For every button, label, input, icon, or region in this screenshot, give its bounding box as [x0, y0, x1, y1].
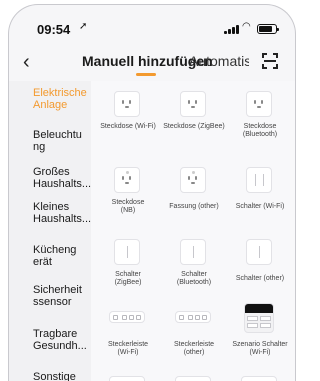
device-tile[interactable]: Schalter (other) — [229, 239, 291, 295]
device-tile[interactable]: Steckerleiste (other) — [163, 303, 225, 361]
tab-automatic[interactable]: Automatis — [189, 53, 249, 69]
device-label: Steckdose (NB) — [111, 199, 145, 214]
device-label: Steckdose (ZigBee) — [163, 123, 225, 130]
wifi-icon: ◠ — [242, 21, 251, 32]
header: ‹ Manuell hinzufügen Automatis — [9, 45, 295, 81]
device-label: Fassung (other) — [169, 203, 219, 210]
device-label: Steckerleiste (Wi-Fi) — [107, 341, 149, 356]
sidebar-item-beleuchtung[interactable]: Beleuchtung — [9, 121, 91, 161]
sidebar-item-label: Elektrische Anlage — [33, 87, 87, 111]
sidebar-item-tragbare-gesundheit[interactable]: Tragbare Gesundh... — [9, 321, 91, 361]
device-label: Schalter (Wi-Fi) — [235, 203, 285, 210]
socket-icon — [114, 167, 140, 193]
device-tile[interactable]: Schalter (Wi-Fi) — [229, 167, 291, 223]
device-tile[interactable]: Steckdose (Bluetooth) — [229, 91, 291, 151]
status-time: 09:54 — [37, 22, 71, 37]
scene-switch-icon — [244, 303, 274, 333]
switch-icon — [114, 239, 140, 265]
device-tile[interactable]: Steckdose (Wi-Fi) — [97, 91, 159, 151]
socket-icon — [246, 91, 272, 117]
sidebar-item-sicherheitssensor[interactable]: Sicherheitssensor — [9, 281, 91, 321]
power-strip-icon — [241, 376, 277, 381]
sidebar-item-label: Beleuchtung — [33, 129, 82, 153]
sidebar-item-elektrische-anlage[interactable]: Elektrische Anlage — [9, 81, 91, 121]
location-icon: ➚ — [79, 21, 88, 32]
power-strip-icon — [109, 376, 145, 381]
power-strip-icon — [109, 311, 145, 323]
sidebar-item-label: Kleines Haushalts... — [33, 201, 92, 225]
device-tile[interactable]: Steckdose (ZigBee) — [163, 91, 225, 151]
scan-icon[interactable] — [262, 53, 278, 69]
switch-icon — [246, 239, 272, 265]
sidebar-item-sonstige[interactable]: Sonstige — [9, 361, 91, 381]
device-label: Schalter (ZigBee) — [114, 271, 142, 286]
sidebar-item-kleines-haushalts[interactable]: Kleines Haushalts... — [9, 201, 91, 241]
socket-icon — [180, 91, 206, 117]
switch-icon — [246, 167, 272, 193]
device-tile[interactable]: Schalter (Bluetooth) — [163, 239, 225, 295]
sidebar-item-label: Großes Haushalts... — [33, 166, 92, 190]
device-label: Szenario Schalter (Wi-Fi) — [232, 341, 288, 356]
sidebar-item-label: Tragbare Gesundh... — [33, 328, 87, 352]
power-strip-icon — [175, 311, 211, 323]
device-label: Schalter (other) — [235, 275, 285, 282]
status-bar: 09:54 ➚ ◠ — [9, 5, 295, 45]
device-tile[interactable]: Schalter (ZigBee) — [97, 239, 159, 295]
tab-active-indicator — [136, 73, 156, 76]
device-tile[interactable]: Szenario Schalter (Wi-Fi) — [229, 303, 291, 361]
device-tile[interactable]: Steckerleiste (Wi-Fi) — [97, 303, 159, 361]
battery-icon — [257, 24, 279, 34]
device-label: Schalter (Bluetooth) — [176, 271, 212, 286]
socket-icon — [114, 91, 140, 117]
sidebar-item-label: Sonstige — [33, 371, 76, 381]
device-tile[interactable]: Fassung (other) — [163, 167, 225, 223]
sidebar-item-label: Sicherheitssensor — [33, 284, 82, 308]
device-grid: Steckdose (Wi-Fi) Steckdose (ZigBee) Ste… — [91, 81, 295, 381]
device-tile-partial[interactable] — [229, 373, 291, 381]
device-tile[interactable]: Steckdose (NB) — [97, 167, 159, 223]
category-sidebar: Elektrische Anlage Beleuchtung Großes Ha… — [9, 81, 91, 381]
device-label: Steckdose (Wi-Fi) — [100, 123, 156, 130]
device-label: Steckdose (Bluetooth) — [242, 123, 278, 138]
phone-frame: 09:54 ➚ ◠ ‹ Manuell hinzufügen Automatis… — [8, 4, 296, 381]
signal-icon — [224, 24, 240, 34]
sidebar-item-label: Küchengerät — [33, 244, 77, 268]
sidebar-item-grosses-haushalts[interactable]: Großes Haushalts... — [9, 161, 91, 201]
device-tile-partial[interactable] — [163, 373, 225, 381]
device-tile-partial[interactable] — [97, 373, 159, 381]
socket-icon — [180, 167, 206, 193]
back-button[interactable]: ‹ — [23, 51, 30, 74]
power-strip-icon — [175, 376, 211, 381]
switch-icon — [180, 239, 206, 265]
device-label: Steckerleiste (other) — [173, 341, 215, 356]
sidebar-item-kuechengeraet[interactable]: Küchengerät — [9, 241, 91, 281]
